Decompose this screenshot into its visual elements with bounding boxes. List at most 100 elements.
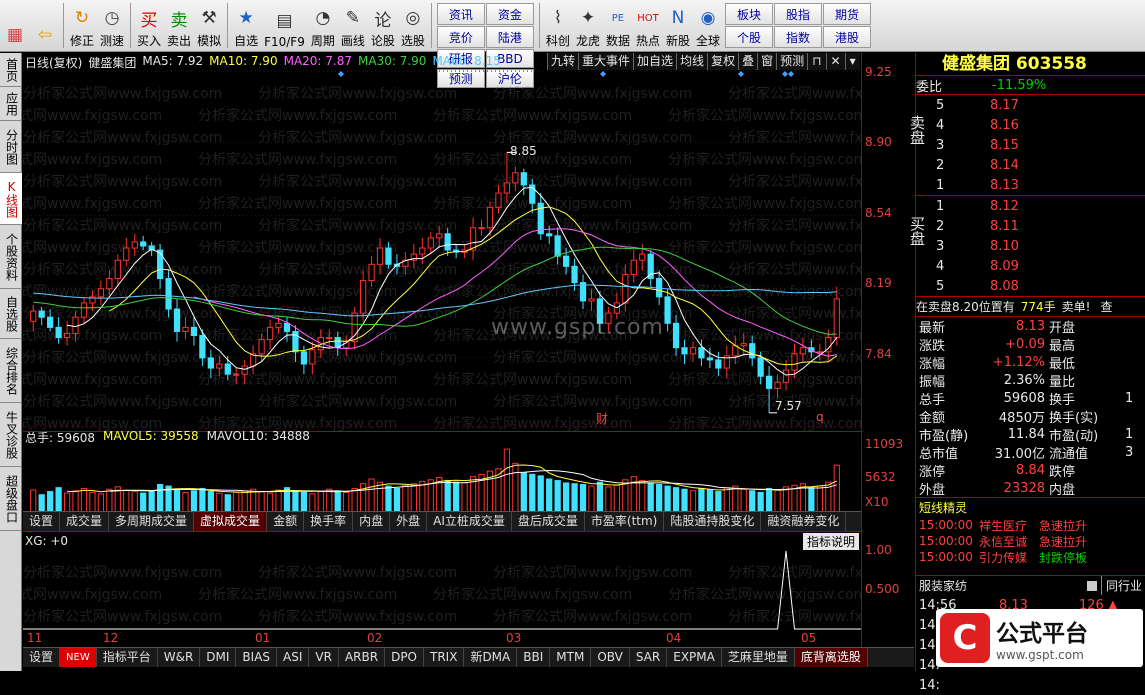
sidebar-tab[interactable]: 自选股 <box>0 289 22 339</box>
volume-tab[interactable]: 外盘 <box>390 512 428 531</box>
toolbar-grid-button[interactable]: 股指 <box>774 3 823 25</box>
indicator-tab[interactable]: ASI <box>277 648 310 667</box>
finance-marker[interactable]: 财 <box>596 410 608 427</box>
select-button[interactable]: ◎ 选股 <box>398 0 428 51</box>
candle-body <box>571 265 578 284</box>
sidebar-tab[interactable]: K线图 <box>0 173 22 225</box>
volume-tab[interactable]: 融资融券变化 <box>761 512 847 531</box>
dropdown-icon[interactable]: ▾ <box>844 53 860 70</box>
globe-button[interactable]: ◉ 全球 <box>693 0 723 51</box>
new-button[interactable]: N 新股 <box>663 0 693 51</box>
indicator-tab[interactable]: SAR <box>630 648 668 667</box>
sidebar-tab[interactable]: 分时图 <box>0 121 22 173</box>
indicator-tab[interactable]: 新DMA <box>464 648 518 667</box>
volume-tab[interactable]: 市盈率(ttm) <box>585 512 665 531</box>
stat-label: 流通值 <box>1049 446 1089 462</box>
chart-header-button[interactable]: 预测 <box>776 53 808 70</box>
q-marker[interactable]: q <box>816 410 824 424</box>
volume-tab[interactable]: 盘后成交量 <box>512 512 585 531</box>
volume-panel[interactable]: 总手: 59608 MAVOL5: 39558 MAVOL10: 34888 <box>23 429 861 512</box>
volume-tab[interactable]: 多周期成交量 <box>109 512 195 531</box>
sidebar-tab[interactable]: 超级盘口 <box>0 467 22 531</box>
indicator-tab[interactable]: EXPMA <box>667 648 722 667</box>
indicator-tab[interactable]: DMI <box>200 648 237 667</box>
minimize-icon[interactable] <box>1086 581 1097 591</box>
indicator-tab[interactable]: 指标平台 <box>97 648 158 667</box>
indicator-tab[interactable]: DPO <box>385 648 424 667</box>
indicator-tab[interactable]: 设置 <box>23 648 61 667</box>
f10-button[interactable]: ▤ F10/F9 <box>261 0 308 51</box>
candle-body <box>486 206 494 229</box>
toolbar-grid-button[interactable]: 陆港 <box>485 26 534 48</box>
pen-button[interactable]: ✎ 画线 <box>338 0 368 51</box>
indicator-tab[interactable]: TRIX <box>424 648 465 667</box>
toolbar-grid-button[interactable]: 资金 <box>485 3 534 25</box>
sidebar-tab[interactable]: 综合排名 <box>0 339 22 403</box>
correct-button[interactable]: ↻ 修正 <box>67 0 97 51</box>
lock-icon[interactable]: ⊓ <box>807 53 826 70</box>
sidebar-tab[interactable]: 牛叉诊股 <box>0 403 22 467</box>
chart-header-button[interactable]: 九转 <box>547 53 579 70</box>
indicator-tab[interactable]: OBV <box>591 648 630 667</box>
indicator-tab[interactable]: MTM <box>550 648 592 667</box>
grid-button[interactable]: ▦ <box>0 0 30 51</box>
jingling-item[interactable]: 15:00:00 永信至诚 急速拉升 <box>916 533 1145 549</box>
chart-header-button[interactable]: 加自选 <box>633 53 677 70</box>
chart-header-button[interactable]: 复权 <box>707 53 739 70</box>
star-button[interactable]: ★ 自选 <box>231 0 261 51</box>
volume-tab[interactable]: 金额 <box>267 512 305 531</box>
buy-button[interactable]: 买买入 <box>134 0 164 51</box>
volume-tab[interactable]: 虚拟成交量 <box>194 512 268 531</box>
toolbar-grid-button[interactable]: 竞价 <box>436 26 485 48</box>
volume-tab[interactable]: 换手率 <box>304 512 354 531</box>
sidebar-tab[interactable]: 个股资料 <box>0 225 22 289</box>
ma60-label: MA60: 8.15 <box>432 54 501 68</box>
peer-tab[interactable]: 同行业 <box>1100 576 1142 595</box>
sidebar-tab[interactable]: 应用 <box>0 87 22 121</box>
chart-header-button[interactable]: 均线 <box>676 53 708 70</box>
toolbar-grid-button[interactable]: 指数 <box>774 26 823 48</box>
indicator-tab[interactable]: VR <box>309 648 339 667</box>
chart-header-button[interactable]: 叠 <box>738 53 758 70</box>
indicator-tab[interactable]: W&R <box>158 648 201 667</box>
chart-button[interactable]: ⌇ 科创 <box>543 0 573 51</box>
toolbar-grid-button[interactable]: 板块 <box>725 3 774 25</box>
volume-tab[interactable]: 陆股通持股变化 <box>664 512 762 531</box>
period-button[interactable]: ◔ 周期 <box>308 0 338 51</box>
kline-chart[interactable]: 分析家公式网www.fxjgsw.com 分析家公式网www.fxjgsw.com… <box>23 53 861 431</box>
hammer-button[interactable]: ⚒ 模拟 <box>194 0 224 51</box>
order-alert-more[interactable]: 查 <box>1100 298 1112 315</box>
lun-button[interactable]: 论论股 <box>368 0 398 51</box>
sell-button[interactable]: 卖卖出 <box>164 0 194 51</box>
indicator-tab[interactable]: 底背离选股 <box>794 648 868 667</box>
volume-tab[interactable]: AI立桩成交量 <box>427 512 512 531</box>
clock-button[interactable]: ◷ 测速 <box>97 0 127 51</box>
candle-body <box>300 351 308 365</box>
indicator-panel[interactable]: 分析家公式网www.fxjgsw.com 分析家公式网www.fxjgsw.com… <box>23 531 861 631</box>
toolbar-grid-button[interactable]: 港股 <box>823 26 872 48</box>
sidebar-tab[interactable]: 首页 <box>0 53 22 87</box>
indicator-help-button[interactable]: 指标说明 <box>802 533 859 550</box>
indicator-tab[interactable]: NEW <box>60 648 97 667</box>
indicator-tab[interactable]: BBI <box>517 648 551 667</box>
toolbar-grid-button[interactable]: 个股 <box>725 26 774 48</box>
hot-button[interactable]: HOT 热点 <box>633 0 663 51</box>
chart-header-button[interactable]: 窗 <box>757 53 777 70</box>
volume-tab[interactable]: 内盘 <box>353 512 391 531</box>
dragon-button[interactable]: ✦ 龙虎 <box>573 0 603 51</box>
volume-bar <box>123 489 130 512</box>
jingling-item[interactable]: 15:00:00 引力传媒 封跌停板 <box>916 549 1145 565</box>
volume-tab[interactable]: 设置 <box>23 512 61 531</box>
back-button[interactable]: ⇦ <box>30 0 60 51</box>
toolbar-grid-button[interactable]: 期货 <box>823 3 872 25</box>
volume-tab[interactable]: 成交量 <box>60 512 110 531</box>
toolbar-grid-button[interactable]: 资讯 <box>436 3 485 25</box>
indicator-tab[interactable]: BIAS <box>236 648 278 667</box>
close-icon[interactable]: ✕ <box>825 53 845 70</box>
jingling-item[interactable]: 15:00:00 祥生医疗 急速拉升 <box>916 517 1145 533</box>
indicator-tab[interactable]: 芝麻里地量 <box>722 648 795 667</box>
mavol5-label: MAVOL5: 39558 <box>103 429 199 443</box>
indicator-tab[interactable]: ARBR <box>339 648 386 667</box>
chart-header-button[interactable]: 重大事件 <box>578 53 634 70</box>
pe-button[interactable]: PE 数据 <box>603 0 633 51</box>
